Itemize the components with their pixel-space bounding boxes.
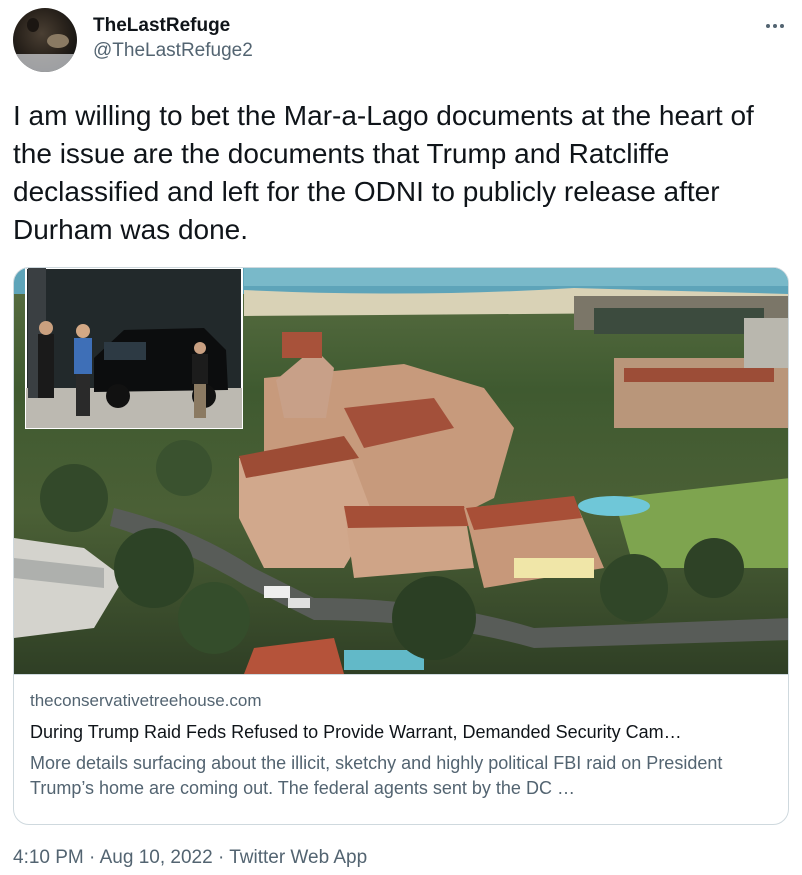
aerial-photo — [14, 268, 788, 674]
card-meta[interactable]: theconservativetreehouse.com During Trum… — [14, 674, 788, 824]
card-title: During Trump Raid Feds Refused to Provid… — [30, 722, 682, 742]
card-image[interactable] — [14, 268, 788, 674]
avatar-ear — [27, 18, 39, 32]
avatar[interactable] — [13, 8, 77, 72]
tweet-time[interactable]: 4:10 PM — [13, 847, 84, 868]
card-description: More details surfacing about the illicit… — [30, 753, 723, 798]
author-names: TheLastRefuge @TheLastRefuge2 — [93, 14, 253, 64]
tweet-date[interactable]: Aug 10, 2022 — [100, 847, 213, 868]
author-handle[interactable]: @TheLastRefuge2 — [93, 38, 253, 64]
avatar-snow — [13, 54, 77, 72]
meta-separator-2: · — [217, 847, 225, 868]
tweet-source[interactable]: Twitter Web App — [229, 847, 367, 868]
tweet-text: I am willing to bet the Mar-a-Lago docum… — [13, 100, 754, 245]
avatar-snout — [47, 34, 69, 48]
author-display-name[interactable]: TheLastRefuge — [93, 14, 253, 38]
tweet-meta: 4:10 PM · Aug 10, 2022 · Twitter Web App — [13, 846, 367, 870]
card-domain: theconservativetreehouse.com — [30, 691, 262, 710]
meta-separator-1: · — [89, 847, 96, 868]
more-horizontal-icon[interactable] — [763, 18, 787, 34]
link-card[interactable]: theconservativetreehouse.com During Trum… — [13, 267, 789, 825]
tweet-header: TheLastRefuge @TheLastRefuge2 — [13, 8, 789, 78]
